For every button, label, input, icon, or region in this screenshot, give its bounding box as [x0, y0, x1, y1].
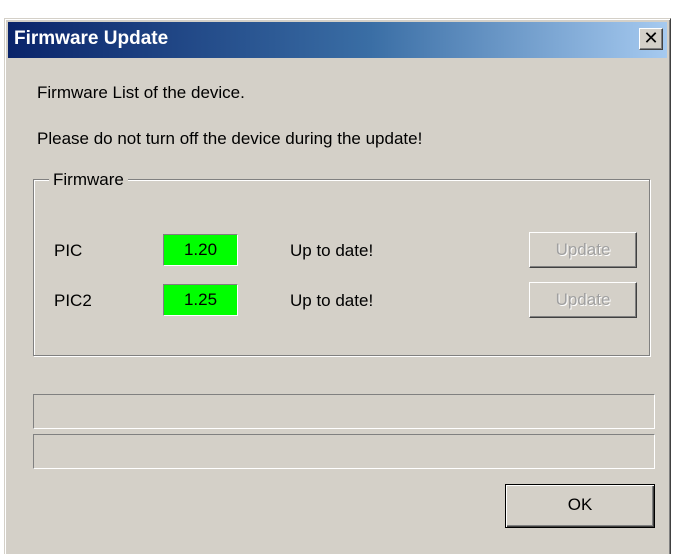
firmware-name-pic2: PIC2 [54, 291, 92, 310]
window-title: Firmware Update [14, 28, 169, 49]
update-button-pic2[interactable]: Update [529, 282, 637, 318]
close-button[interactable]: ✕ [639, 28, 663, 50]
progress-bar-2 [33, 434, 655, 469]
warning-message: Please do not turn off the device during… [37, 129, 423, 148]
firmware-name-pic: PIC [54, 241, 83, 260]
title-bar[interactable]: Firmware Update ✕ [8, 22, 667, 58]
progress-bar-1 [33, 394, 655, 429]
firmware-version-pic2: 1.25 [163, 284, 238, 316]
firmware-status-pic2: Up to date! [290, 291, 374, 310]
update-button-pic[interactable]: Update [529, 232, 637, 268]
firmware-version-pic: 1.20 [163, 234, 238, 266]
firmware-group-label: Firmware [49, 170, 128, 190]
firmware-status-pic: Up to date! [290, 241, 374, 260]
close-icon: ✕ [643, 28, 659, 48]
firmware-list-message: Firmware List of the device. [37, 83, 245, 102]
ok-button[interactable]: OK [505, 484, 655, 528]
